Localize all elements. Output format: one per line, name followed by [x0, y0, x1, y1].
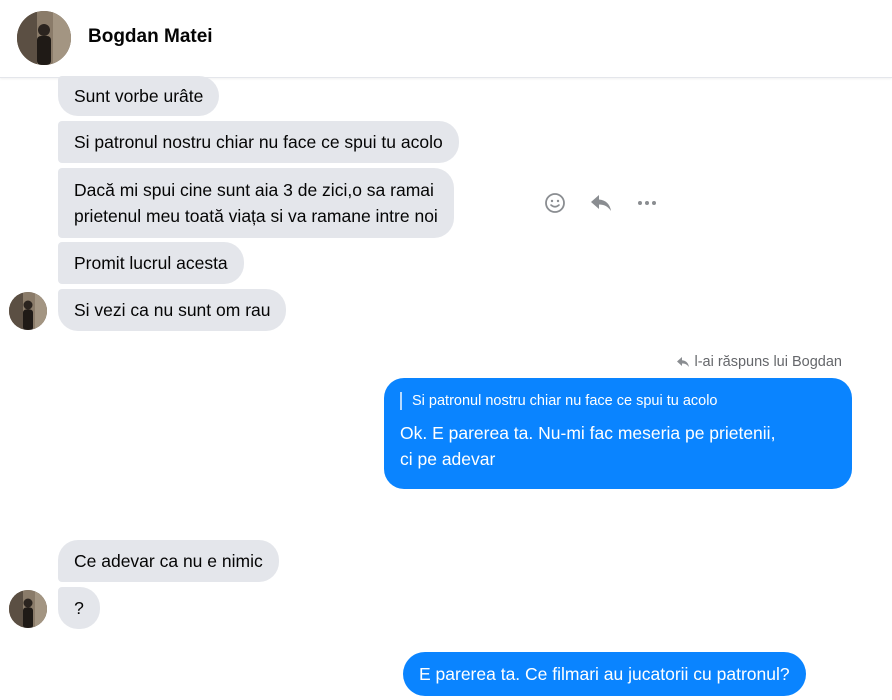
incoming-message[interactable]: Si patronul nostru chiar nu face ce spui… [58, 121, 459, 163]
incoming-message-selected[interactable]: Dacă mi spui cine sunt aia 3 de zici,o s… [58, 168, 454, 238]
smiley-icon[interactable] [538, 186, 572, 220]
more-icon[interactable] [630, 186, 664, 220]
message-text: Ce adevar ca nu e nimic [74, 551, 263, 571]
message-text: Promit lucrul acesta [74, 253, 228, 273]
message-text: ? [74, 598, 84, 618]
message-actions [538, 186, 676, 220]
incoming-message[interactable]: Si vezi ca nu sunt om rau [58, 289, 287, 331]
outgoing-reply-message[interactable]: Si patronul nostru chiar nu face ce spui… [384, 378, 852, 489]
reply-note-text: l-ai răspuns lui Bogdan [694, 354, 842, 370]
incoming-message[interactable]: ? [58, 587, 100, 629]
incoming-message[interactable]: Promit lucrul acesta [58, 242, 244, 284]
contact-name[interactable]: Bogdan Matei [88, 26, 213, 48]
message-text-line: ci pe adevar [400, 449, 496, 469]
reply-icon[interactable] [584, 186, 618, 220]
incoming-message[interactable]: Ce adevar ca nu e nimic [58, 540, 279, 582]
message-text-line: prietenul meu toată viața si va ramane i… [74, 206, 438, 226]
chat-header: Bogdan Matei [0, 0, 892, 78]
contact-avatar-small[interactable] [9, 292, 47, 330]
message-text-line: Ok. E parerea ta. Nu-mi fac meseria pe p… [400, 423, 776, 443]
message-text-line: Dacă mi spui cine sunt aia 3 de zici,o s… [74, 180, 434, 200]
message-text: E parerea ta. Ce filmari au jucatorii cu… [419, 664, 790, 684]
contact-avatar[interactable] [17, 11, 71, 65]
outgoing-message[interactable]: E parerea ta. Ce filmari au jucatorii cu… [403, 652, 806, 696]
quoted-message[interactable]: Si patronul nostru chiar nu face ce spui… [400, 392, 836, 410]
reply-small-icon [677, 357, 690, 367]
message-text: Sunt vorbe urâte [74, 86, 204, 106]
message-text: Si vezi ca nu sunt om rau [74, 300, 271, 320]
contact-avatar-small[interactable] [9, 590, 47, 628]
incoming-message[interactable]: Sunt vorbe urâte [58, 76, 220, 116]
reply-indicator: l-ai răspuns lui Bogdan [676, 354, 842, 370]
message-text: Si patronul nostru chiar nu face ce spui… [74, 132, 443, 152]
